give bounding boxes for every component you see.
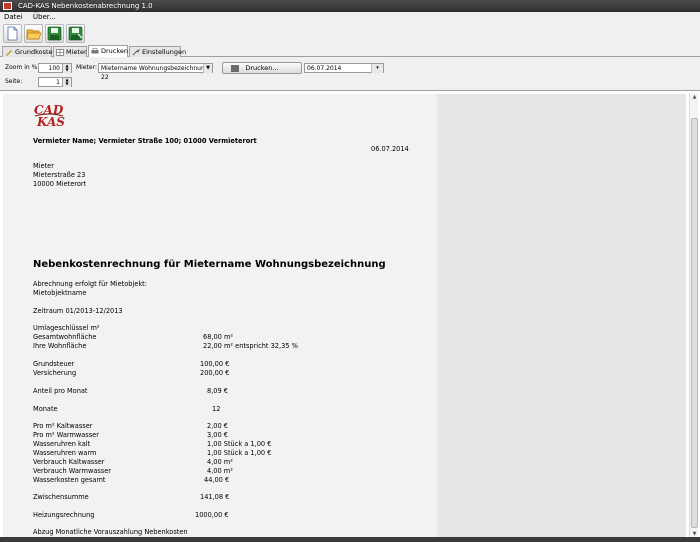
- cost-row-label: Wasserkosten gesamt: [33, 476, 106, 484]
- zoom-label: Zoom in %:: [5, 64, 40, 71]
- preview-page: CAD KAS Vermieter Name; Vermieter Straße…: [3, 94, 437, 539]
- save-as-button[interactable]: [66, 24, 85, 43]
- page-label: Seite:: [5, 78, 23, 85]
- cost-row-label: Abzug Monatliche Vorauszahlung Nebenkost…: [33, 528, 188, 536]
- spinner-arrows-icon[interactable]: ▲ ▼: [62, 78, 71, 87]
- cost-row-label: Grundsteuer: [33, 360, 75, 368]
- vertical-scrollbar[interactable]: ▲ ▼: [689, 93, 698, 539]
- tab-grundkosten[interactable]: Grundkosten: [2, 46, 57, 57]
- new-document-button[interactable]: [3, 24, 22, 43]
- tab-label: Grundkosten: [15, 48, 57, 56]
- cost-row-value: 4,00 m²: [207, 458, 233, 466]
- tenant-label: Mieter:: [76, 64, 97, 71]
- document-heading: Nebenkostenrechnung für Mietername Wohnu…: [33, 259, 386, 270]
- chevron-down-icon[interactable]: ▼: [203, 64, 212, 73]
- cost-row-label: Heizungsrechnung: [33, 511, 95, 519]
- print-options: Zoom in %: 100 ▲ ▼ Seite: 1 ▲ ▼ Mieter: Mi…: [0, 57, 700, 90]
- cost-row-value: 100,00 €: [200, 360, 230, 368]
- taskbar: [0, 537, 700, 542]
- menu-ueber[interactable]: Über...: [29, 12, 60, 22]
- recipient-line: 10000 Mieterort: [33, 180, 87, 188]
- zoom-spinner[interactable]: 100 ▲ ▼: [38, 63, 72, 73]
- cost-row-value: 4,00 m²: [207, 467, 233, 475]
- cost-row-label: Anteil pro Monat: [33, 387, 88, 395]
- printer-icon: [231, 65, 239, 72]
- period-line: Zeitraum 01/2013-12/2013: [33, 307, 123, 315]
- tenant-value: Mietername Wohnungsbezeichnung 22: [101, 65, 209, 81]
- cost-row-value: 200,00 €: [200, 369, 230, 377]
- save-icon: [47, 26, 62, 41]
- cost-row-value: 1,00 Stück a 1,00 €: [207, 449, 272, 457]
- menu-bar: Datei Über...: [0, 12, 700, 22]
- print-preview: CAD KAS Vermieter Name; Vermieter Straße…: [0, 90, 700, 542]
- toolbar: [0, 22, 700, 46]
- cost-row-label: Wasseruhren kalt: [33, 440, 91, 448]
- tab-einstellungen[interactable]: Einstellungen: [129, 46, 186, 57]
- title-bar: CAD-KAS Nebenkostenabrechnung 1.0: [0, 0, 700, 12]
- cost-row-label: Verbrauch Warmwasser: [33, 467, 112, 475]
- print-button[interactable]: Drucken...: [222, 62, 302, 74]
- page-spinner[interactable]: 1 ▲ ▼: [38, 77, 72, 87]
- sender-line: Vermieter Name; Vermieter Straße 100; 01…: [33, 137, 257, 145]
- folder-open-icon: [26, 29, 42, 40]
- cost-row-value: 22,00 m² entspricht 32,35 %: [203, 342, 298, 350]
- cost-row-value: 68,00 m²: [203, 333, 234, 341]
- cost-row-value: 12: [212, 405, 221, 413]
- tab-mieter[interactable]: Mieter: [53, 46, 87, 57]
- cost-row-value: 1000,00 €: [195, 511, 229, 519]
- date-value: 06.07.2014: [307, 65, 342, 72]
- page-value: 1: [56, 79, 60, 86]
- print-icon: [91, 48, 99, 54]
- scroll-up-icon[interactable]: ▲: [690, 93, 699, 102]
- pencil-ruler-icon: [6, 50, 12, 56]
- preview-background: [437, 94, 686, 539]
- date-picker[interactable]: 06.07.2014 ▾: [304, 63, 384, 73]
- tab-label: Mieter: [66, 48, 87, 56]
- cost-row-label: Gesamtwohnfläche: [33, 333, 97, 341]
- cost-row-label: Pro m² Kaltwasser: [33, 422, 93, 430]
- save-button[interactable]: [45, 24, 64, 43]
- save-as-icon: [68, 26, 83, 41]
- tenant-select[interactable]: Mietername Wohnungsbezeichnung 22 ▼: [98, 63, 213, 81]
- new-document-icon: [7, 26, 18, 41]
- cost-row-label: Versicherung: [33, 369, 77, 377]
- grid-icon: [56, 49, 64, 56]
- svg-text:KAS: KAS: [36, 115, 65, 128]
- cost-row-label: Zwischensumme: [33, 493, 89, 501]
- tab-strip: Grundkosten Mieter Drucken Einstellungen: [0, 45, 700, 58]
- cost-row-label: Pro m² Warmwasser: [33, 431, 99, 439]
- cost-row-value: 3,00 €: [207, 431, 228, 439]
- menu-datei[interactable]: Datei: [0, 12, 27, 22]
- intro-line: Mietobjektname: [33, 289, 87, 297]
- cost-row-value: 44,00 €: [204, 476, 230, 484]
- cost-row-value: 1,00 Stück a 1,00 €: [207, 440, 272, 448]
- cost-row-value: 8,09 €: [207, 387, 228, 395]
- recipient-line: Mieter: [33, 162, 54, 170]
- scroll-thumb[interactable]: [691, 118, 698, 528]
- cad-kas-logo: CAD KAS: [34, 103, 65, 128]
- open-button[interactable]: [24, 24, 43, 43]
- app-icon: [3, 2, 12, 10]
- tab-label: Drucken: [101, 47, 129, 55]
- recipient-line: Mieterstraße 23: [33, 171, 86, 179]
- document-date: 06.07.2014: [371, 145, 409, 153]
- cost-row-value: 2,00 €: [207, 422, 228, 430]
- cost-row-label: Verbrauch Kaltwasser: [33, 458, 105, 466]
- tools-icon: [132, 49, 140, 56]
- cost-row-value: 141,08 €: [200, 493, 230, 501]
- tab-label: Einstellungen: [142, 48, 187, 56]
- cost-row-label: Monate: [33, 405, 58, 413]
- cost-row-label: Wasseruhren warm: [33, 449, 97, 457]
- cost-row-label: Ihre Wohnfläche: [33, 342, 87, 350]
- cost-row-label: Umlageschlüssel m²: [33, 324, 100, 332]
- intro-line: Abrechnung erfolgt für Mietobjekt:: [33, 280, 147, 288]
- spinner-arrows-icon[interactable]: ▲ ▼: [62, 64, 71, 73]
- window-title: CAD-KAS Nebenkostenabrechnung 1.0: [18, 2, 153, 10]
- calendar-dropdown-icon[interactable]: ▾: [371, 64, 383, 73]
- print-button-label: Drucken...: [245, 64, 279, 72]
- zoom-value: 100: [48, 65, 60, 72]
